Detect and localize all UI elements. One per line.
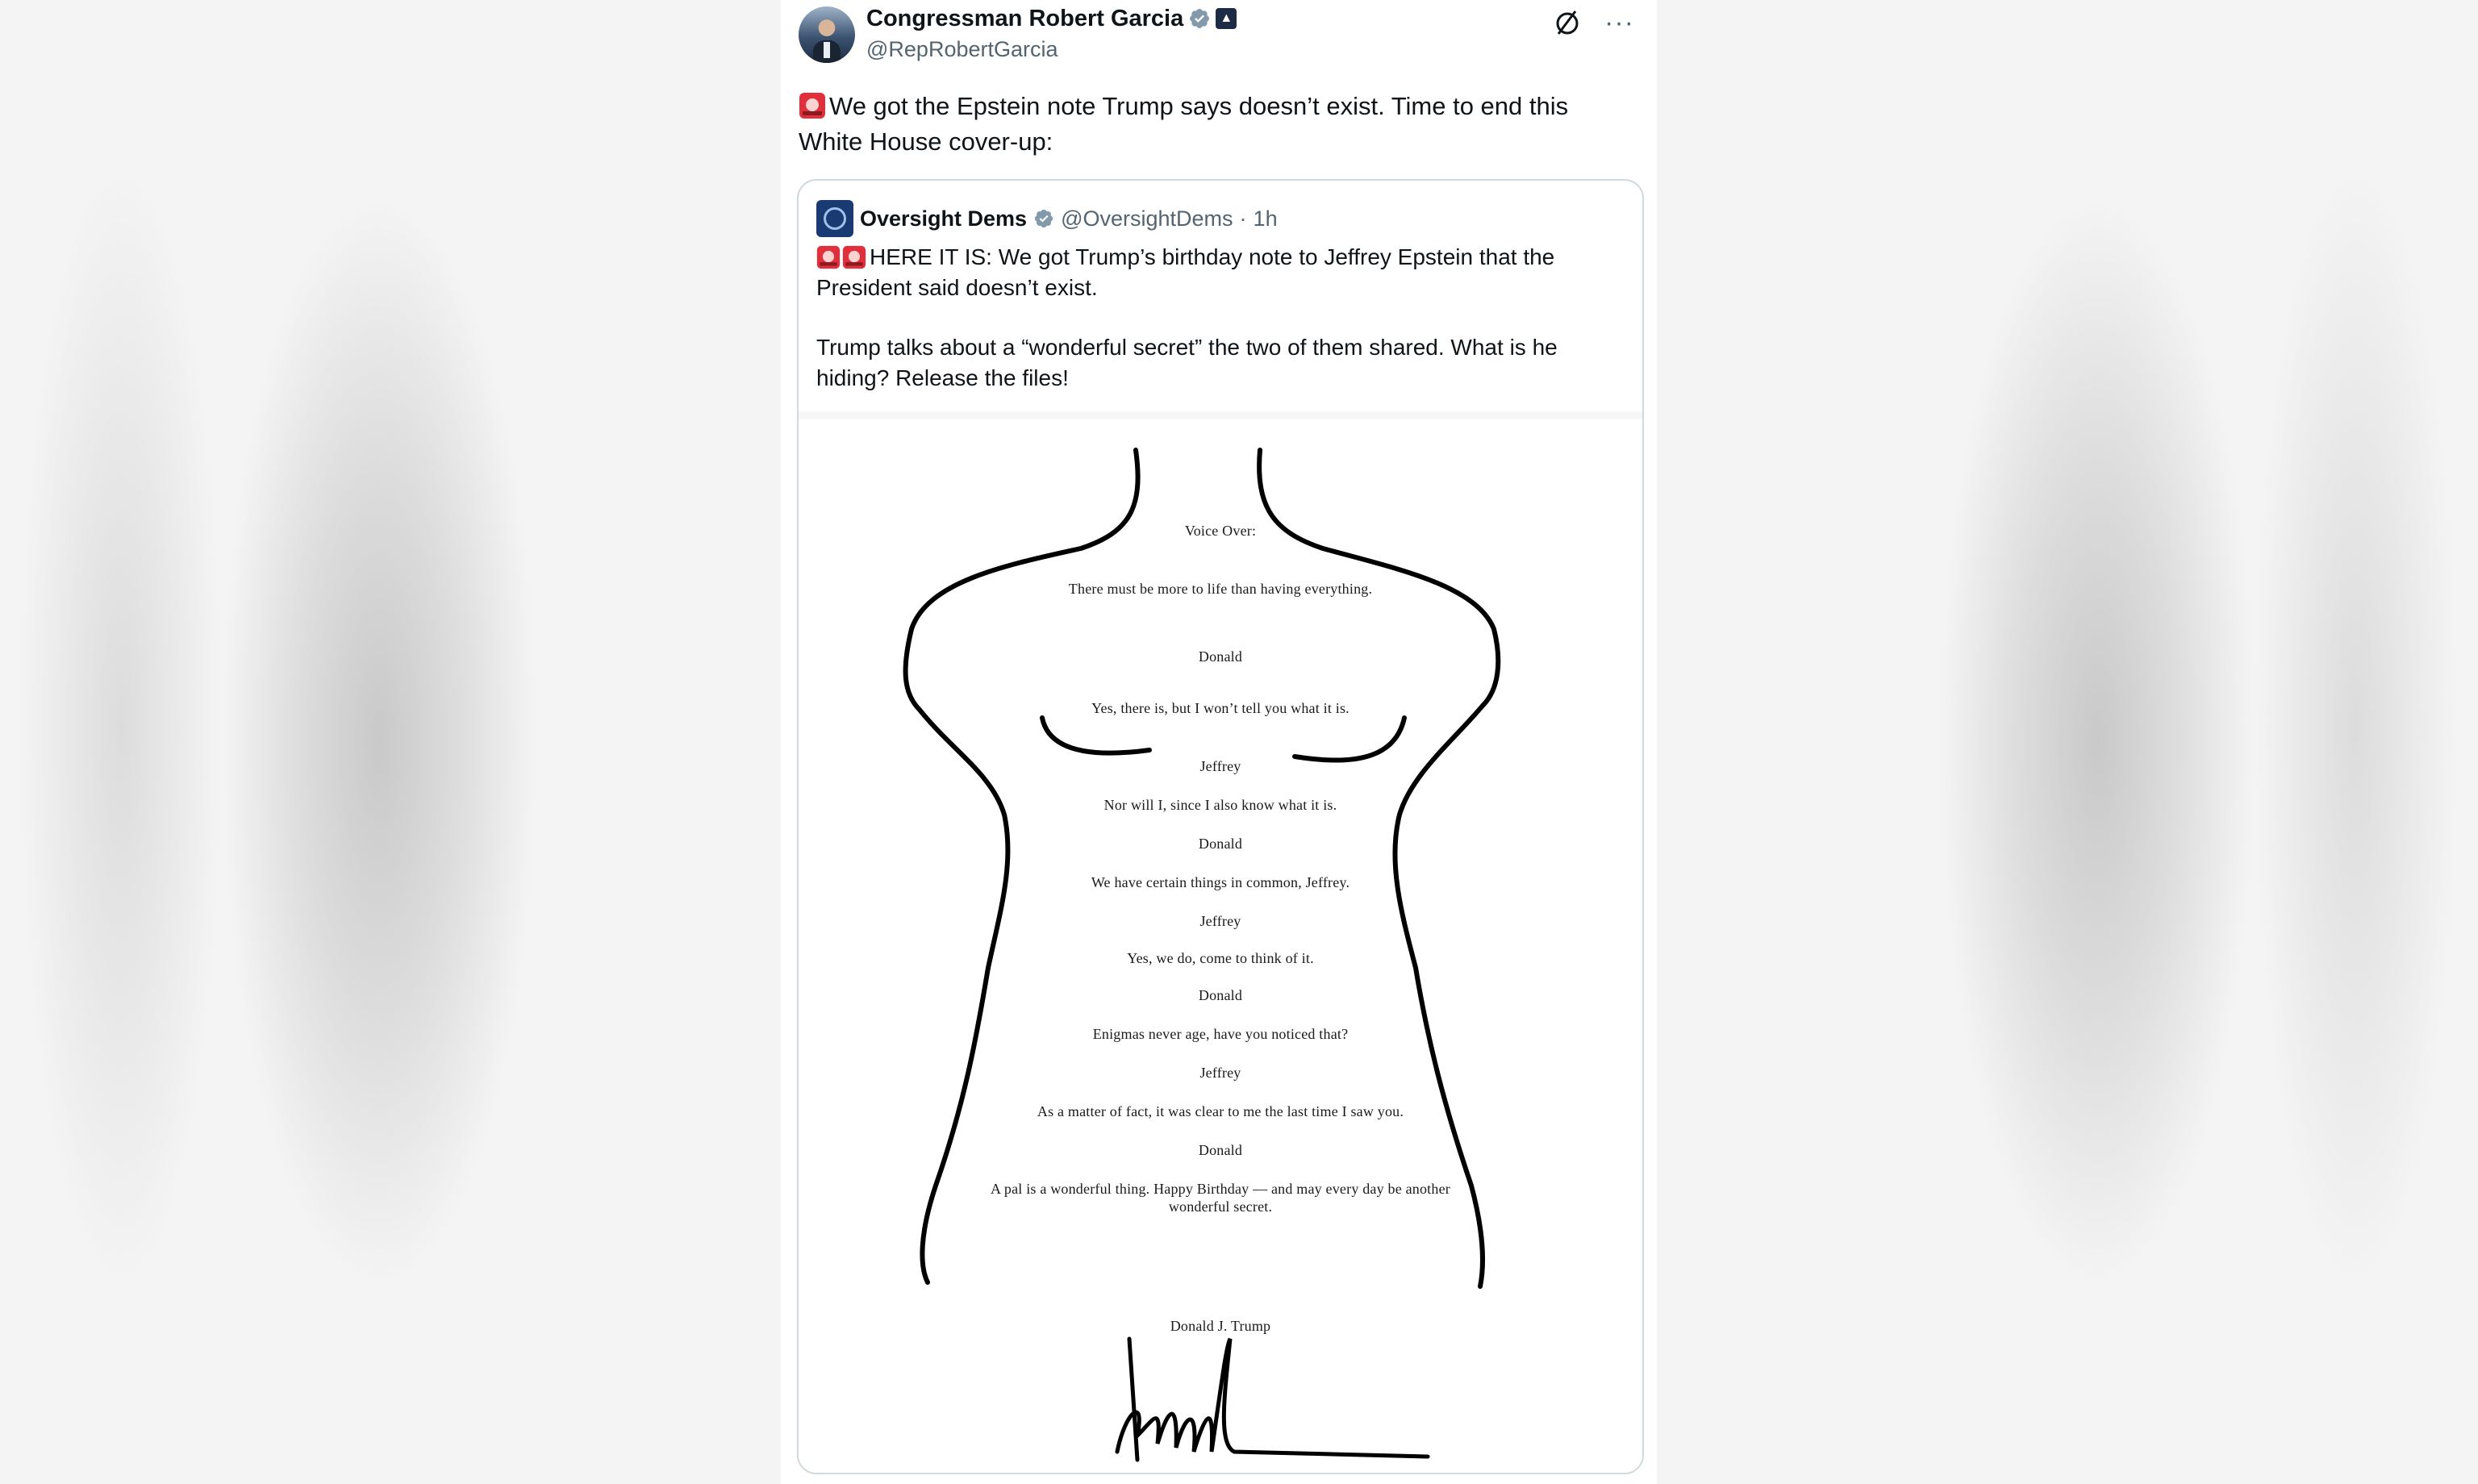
grok-icon[interactable] xyxy=(1551,6,1583,39)
torso-outline-drawing xyxy=(903,448,1501,1462)
verified-badge-icon xyxy=(1190,9,1210,28)
note-line: Enigmas never age, have you noticed that… xyxy=(1092,1026,1349,1042)
government-affiliation-icon: ▲ xyxy=(1216,8,1237,29)
quoted-text: HERE IT IS: We got Trump’s birthday note… xyxy=(816,242,1615,423)
note-line: Donald xyxy=(1198,987,1243,1003)
quoted-timestamp[interactable]: 1h xyxy=(1254,206,1278,231)
signature xyxy=(1115,1336,1430,1462)
verified-badge-icon xyxy=(1034,209,1053,228)
note-line: Yes, we do, come to think of it. xyxy=(1127,950,1314,966)
more-options-icon[interactable]: ··· xyxy=(1604,6,1634,39)
note-line: Jeffrey xyxy=(1199,758,1241,774)
note-line: We have certain things in common, Jeffre… xyxy=(1091,874,1350,890)
note-line: Voice Over: xyxy=(1184,523,1257,539)
quoted-header: Oversight Dems @OversightDems · 1h xyxy=(816,200,1278,237)
quoted-handle[interactable]: @OversightDems xyxy=(1061,206,1233,231)
police-siren-emoji xyxy=(842,245,866,269)
note-line: Jeffrey xyxy=(1199,913,1241,929)
quoted-avatar[interactable] xyxy=(816,200,853,237)
quoted-paragraph-2: Trump talks about a “wonderful secret” t… xyxy=(816,335,1558,390)
author-name[interactable]: Congressman Robert Garcia xyxy=(866,6,1183,32)
note-line: wonderful secret. xyxy=(1168,1198,1273,1215)
note-line: There must be more to life than having e… xyxy=(1068,581,1373,597)
note-signature-name: Donald J. Trump xyxy=(1170,1318,1271,1334)
quoted-name[interactable]: Oversight Dems xyxy=(860,206,1027,231)
dot-separator: · xyxy=(1239,206,1247,231)
quoted-tweet[interactable]: Oversight Dems @OversightDems · 1h HERE … xyxy=(797,179,1644,1474)
quoted-paragraph-1: HERE IT IS: We got Trump’s birthday note… xyxy=(816,244,1555,300)
police-siren-emoji xyxy=(799,93,825,119)
note-line: Donald xyxy=(1198,836,1243,852)
tweet-actions: ··· xyxy=(1551,6,1634,39)
note-line: As a matter of fact, it was clear to me … xyxy=(1037,1103,1404,1119)
note-line: Jeffrey xyxy=(1199,1065,1241,1081)
author-avatar[interactable] xyxy=(799,6,855,63)
note-line: Yes, there is, but I won’t tell you what… xyxy=(1091,700,1350,716)
author-block: Congressman Robert Garcia ▲ @RepRobertGa… xyxy=(866,5,1237,62)
birthday-note-image[interactable]: Voice Over: There must be more to life t… xyxy=(799,411,1642,1473)
author-handle[interactable]: @RepRobertGarcia xyxy=(866,37,1237,62)
note-line: Donald xyxy=(1198,648,1243,665)
tweet-card: Congressman Robert Garcia ▲ @RepRobertGa… xyxy=(781,0,1657,1484)
note-line: Donald xyxy=(1198,1142,1243,1158)
note-line: Nor will I, since I also know what it is… xyxy=(1103,797,1337,813)
police-siren-emoji xyxy=(816,245,841,269)
note-line: A pal is a wonderful thing. Happy Birthd… xyxy=(991,1181,1450,1197)
tweet-text: We got the Epstein note Trump says doesn… xyxy=(799,89,1637,160)
tweet-body: We got the Epstein note Trump says doesn… xyxy=(799,92,1569,156)
